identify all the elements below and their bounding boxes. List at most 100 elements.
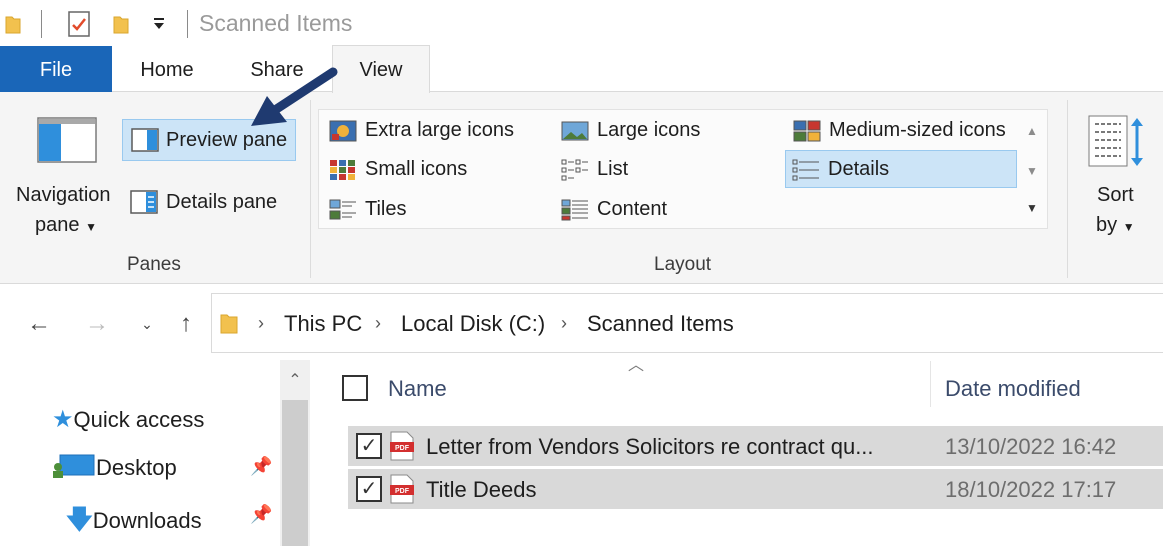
navigation-row: ← → ⌄ ↑ › This PC › Local Disk (C:) › Sc…: [0, 293, 1163, 355]
desktop-icon: [53, 454, 95, 478]
nav-item-quick-access[interactable]: ★Quick access: [52, 405, 204, 434]
qa-separator: [41, 10, 42, 38]
preview-pane-label: Preview pane: [166, 129, 288, 151]
new-folder-icon[interactable]: [112, 13, 130, 35]
folder-icon: [220, 314, 238, 334]
sort-by-icon[interactable]: [1087, 114, 1147, 170]
nav-item-desktop[interactable]: Desktop: [52, 453, 177, 481]
file-list: ︿ Name Date modified ✓ PDF Letter from V…: [314, 355, 1163, 546]
title-bar: Scanned Items: [0, 0, 1163, 46]
pin-icon[interactable]: 📌: [250, 504, 272, 525]
sort-by-label[interactable]: Sort: [1097, 184, 1134, 207]
scroll-up-icon[interactable]: ⌃: [280, 364, 310, 398]
properties-icon[interactable]: [67, 10, 91, 38]
medium-icons-label: Medium-sized icons: [829, 119, 1006, 141]
nav-item-downloads[interactable]: 🡇Downloads: [66, 501, 202, 545]
gallery-scroll-down-icon[interactable]: ▼: [1022, 161, 1042, 181]
gallery-scroll-up-icon[interactable]: ▲: [1022, 121, 1042, 141]
breadcrumb-local-disk[interactable]: Local Disk (C:): [401, 311, 545, 337]
select-all-checkbox[interactable]: [342, 375, 368, 401]
breadcrumb-scanned-items[interactable]: Scanned Items: [587, 311, 734, 337]
layout-extra-large-icons[interactable]: Extra large icons: [323, 112, 549, 150]
table-row[interactable]: ✓ PDF Letter from Vendors Solicitors re …: [348, 426, 1163, 466]
window-title: Scanned Items: [199, 10, 353, 36]
gallery-expand-icon[interactable]: ▼: [1022, 198, 1042, 218]
details-icon: [792, 159, 819, 181]
medium-icons-icon: [793, 120, 821, 142]
small-icons-label: Small icons: [365, 158, 468, 180]
table-row[interactable]: ✓ PDF Title Deeds 18/10/2022 17:17: [348, 469, 1163, 509]
navigation-pane-label-2[interactable]: pane ▼: [35, 214, 97, 237]
title-separator: [187, 10, 188, 38]
file-name: Letter from Vendors Solicitors re contra…: [426, 434, 874, 459]
navigation-pane: ★Quick access Desktop 📌 🡇Downloads 📌 ⌃: [0, 360, 314, 546]
preview-pane-icon: [131, 128, 159, 152]
annotation-arrow-icon: [251, 67, 338, 126]
panes-group-label: Panes: [127, 254, 181, 275]
chevron-down-icon: ▼: [85, 220, 97, 234]
nav-item-label: Desktop: [96, 455, 177, 480]
tab-view[interactable]: View: [332, 45, 430, 93]
navigation-pane-label[interactable]: Navigation: [16, 184, 111, 207]
row-checkbox[interactable]: ✓: [356, 433, 382, 459]
ribbon-tabs: File Home Share View: [0, 45, 1163, 93]
chevron-down-icon: ▼: [1122, 220, 1135, 234]
large-icons-label: Large icons: [597, 119, 701, 141]
list-icon: [561, 159, 588, 181]
breadcrumb-this-pc[interactable]: This PC: [284, 311, 362, 337]
file-date: 13/10/2022 16:42: [945, 434, 1117, 459]
layout-large-icons[interactable]: Large icons: [555, 112, 781, 150]
star-icon: ★: [52, 406, 74, 433]
ribbon-view: Navigation pane ▼ Preview pane Details p…: [0, 92, 1163, 284]
group-separator: [1067, 100, 1068, 278]
content-icon: [561, 199, 588, 221]
breadcrumb-separator-icon[interactable]: ›: [561, 313, 567, 334]
tiles-label: Tiles: [365, 198, 407, 220]
up-arrow-icon[interactable]: ↑: [171, 309, 201, 339]
file-date: 18/10/2022 17:17: [945, 477, 1117, 502]
large-icons-icon: [561, 121, 589, 141]
breadcrumb-separator-icon[interactable]: ›: [375, 313, 381, 334]
sort-ascending-icon: ︿: [628, 357, 645, 374]
recent-locations-chevron-icon[interactable]: ⌄: [132, 309, 162, 339]
file-name: Title Deeds: [426, 477, 537, 502]
folder-icon: [5, 16, 21, 34]
navigation-pane-icon[interactable]: [37, 117, 97, 163]
svg-text:PDF: PDF: [395, 445, 410, 452]
layout-list[interactable]: List: [555, 151, 781, 189]
layout-medium-icons[interactable]: Medium-sized icons: [787, 112, 1019, 150]
back-arrow-icon[interactable]: ←: [24, 309, 54, 339]
extra-large-icons-label: Extra large icons: [365, 119, 514, 141]
customize-qat-icon[interactable]: [152, 16, 166, 32]
column-divider[interactable]: [930, 361, 931, 407]
nav-item-label: Quick access: [73, 407, 205, 432]
tab-home[interactable]: Home: [118, 46, 216, 92]
details-pane-icon: [130, 190, 158, 214]
content-label: Content: [597, 198, 668, 220]
column-header-date-modified[interactable]: Date modified: [945, 376, 1081, 402]
list-label: List: [597, 158, 629, 180]
nav-scrollbar[interactable]: ⌃: [280, 360, 310, 546]
layout-group-label: Layout: [654, 254, 712, 275]
layout-small-icons[interactable]: Small icons: [323, 151, 549, 189]
download-icon: 🡇: [66, 504, 93, 534]
details-label: Details: [828, 158, 890, 180]
address-bar[interactable]: › This PC › Local Disk (C:) › Scanned It…: [211, 293, 1163, 353]
tab-file[interactable]: File: [0, 46, 112, 92]
column-header-name[interactable]: Name: [388, 376, 447, 402]
scrollbar-thumb[interactable]: [282, 400, 308, 546]
small-icons-icon: [330, 160, 355, 180]
row-checkbox[interactable]: ✓: [356, 476, 382, 502]
layout-gallery: Extra large icons Large icons Medium-siz…: [318, 109, 1048, 229]
layout-tiles[interactable]: Tiles: [323, 191, 549, 229]
details-pane-button[interactable]: Details pane: [122, 183, 296, 223]
layout-details[interactable]: Details: [785, 150, 1017, 188]
sort-by-label-2[interactable]: by ▼: [1096, 214, 1135, 237]
pin-icon[interactable]: 📌: [250, 456, 272, 477]
forward-arrow-icon[interactable]: →: [82, 309, 112, 339]
pdf-file-icon: PDF: [390, 431, 414, 461]
breadcrumb-separator-icon[interactable]: ›: [258, 313, 264, 334]
nav-item-label: Downloads: [92, 508, 202, 533]
tiles-icon: [329, 199, 356, 220]
layout-content[interactable]: Content: [555, 191, 781, 229]
